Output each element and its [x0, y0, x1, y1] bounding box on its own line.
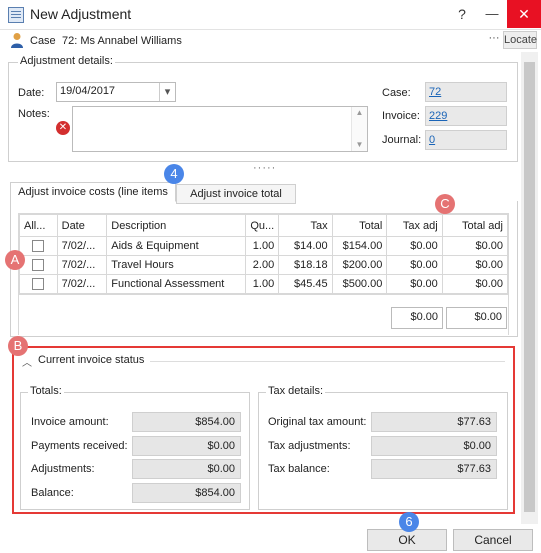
cell-quantity: 1.00 [245, 274, 280, 294]
notes-scrollbar[interactable]: ▲ ▼ [351, 107, 367, 151]
balance-value: $854.00 [132, 483, 241, 503]
cell-tax: $45.45 [278, 274, 333, 294]
col-header-date[interactable]: Date [56, 214, 108, 237]
adjustments-label: Adjustments: [31, 463, 95, 475]
original-tax-label: Original tax amount: [268, 416, 367, 428]
cell-total: $200.00 [331, 255, 388, 275]
date-picker[interactable]: 19/04/2017 ▾ [56, 82, 176, 102]
person-icon [11, 33, 23, 48]
marker-a: A [5, 250, 25, 270]
notes-textarea[interactable]: ▲ ▼ [72, 106, 368, 152]
case-field: 72 [425, 82, 507, 102]
cell-tax: $18.18 [278, 255, 333, 275]
table-row[interactable]: 7/02/... Aids & Equipment 1.00 $14.00 $1… [19, 236, 509, 256]
col-header-description[interactable]: Description [106, 214, 247, 237]
cell-description: Travel Hours [106, 255, 247, 275]
invoice-field: 229 [425, 106, 507, 126]
cell-description: Functional Assessment [106, 274, 247, 294]
col-header-all[interactable]: All... [19, 214, 58, 237]
splitter-handle[interactable]: ····· [253, 162, 276, 174]
date-value: 19/04/2017 [60, 85, 116, 97]
cell-description: Aids & Equipment [106, 236, 247, 256]
sum-total-adj: $0.00 [446, 307, 507, 329]
minimize-button[interactable]: — [477, 0, 507, 28]
section-divider [150, 361, 505, 362]
cell-tax-adj[interactable]: $0.00 [386, 274, 443, 294]
invoice-amount-value: $854.00 [132, 412, 241, 432]
marker-6: 6 [399, 512, 419, 532]
scrollbar-thumb[interactable] [524, 62, 535, 512]
ok-button[interactable]: OK [367, 529, 447, 551]
payments-received-value: $0.00 [132, 436, 241, 456]
cell-quantity: 1.00 [245, 236, 280, 256]
journal-field: 0 [425, 130, 507, 150]
cell-quantity: 2.00 [245, 255, 280, 275]
window-title: New Adjustment [30, 6, 132, 22]
col-header-tax[interactable]: Tax [278, 214, 333, 237]
tax-balance-label: Tax balance: [268, 463, 330, 475]
error-icon: ✕ [56, 121, 70, 135]
line-items-table: All... Date Description Qu... Tax Total … [19, 214, 509, 294]
original-tax-value: $77.63 [371, 412, 497, 432]
case-field-label: Case: [382, 87, 411, 99]
row-checkbox[interactable] [32, 278, 45, 291]
marker-4: 4 [164, 164, 184, 184]
tax-balance-value: $77.63 [371, 459, 497, 479]
payments-received-label: Payments received: [31, 440, 128, 452]
cancel-button[interactable]: Cancel [453, 529, 533, 551]
cell-date: 7/02/... [56, 236, 108, 256]
tab-adjust-invoice-costs[interactable]: Adjust invoice costs (line items [10, 182, 176, 202]
row-checkbox[interactable] [32, 240, 45, 253]
col-header-tax-adj[interactable]: Tax adj [386, 214, 443, 237]
scroll-down-icon[interactable]: ▼ [352, 139, 367, 151]
table-row[interactable]: 7/02/... Functional Assessment 1.00 $45.… [19, 274, 509, 294]
cell-total-adj[interactable]: $0.00 [441, 236, 509, 256]
invoice-status-title[interactable]: Current invoice status [38, 354, 144, 366]
sum-tax-adj: $0.00 [391, 307, 443, 329]
more-options-button[interactable]: ··· [486, 31, 502, 49]
tax-adjustments-label: Tax adjustments: [268, 440, 351, 452]
row-checkbox[interactable] [32, 259, 45, 272]
cell-total-adj[interactable]: $0.00 [441, 255, 509, 275]
cell-date: 7/02/... [56, 255, 108, 275]
window-icon [8, 7, 24, 23]
journal-link[interactable]: 0 [429, 134, 435, 146]
table-row[interactable]: 7/02/... Travel Hours 2.00 $18.18 $200.0… [19, 255, 509, 275]
table-header-row: All... Date Description Qu... Tax Total … [19, 214, 509, 237]
close-button[interactable]: ✕ [507, 0, 541, 28]
help-button[interactable]: ? [447, 0, 477, 28]
col-header-quantity[interactable]: Qu... [245, 214, 280, 237]
invoice-link[interactable]: 229 [429, 110, 447, 122]
invoice-field-label: Invoice: [382, 110, 420, 122]
totals-title: Totals: [28, 385, 64, 397]
col-header-total-adj[interactable]: Total adj [441, 214, 509, 237]
tax-details-title: Tax details: [266, 385, 326, 397]
vertical-scrollbar[interactable] [521, 52, 538, 524]
col-header-total[interactable]: Total [331, 214, 388, 237]
collapse-chevron-icon[interactable]: ︿ [22, 354, 32, 369]
chevron-down-icon[interactable]: ▾ [159, 83, 175, 101]
marker-c: C [435, 194, 455, 214]
balance-label: Balance: [31, 487, 74, 499]
adjustments-value: $0.00 [132, 459, 241, 479]
case-value: 72: Ms Annabel Williams [62, 35, 182, 47]
scroll-up-icon[interactable]: ▲ [352, 107, 367, 119]
date-label: Date: [18, 87, 45, 99]
invoice-amount-label: Invoice amount: [31, 416, 109, 428]
locate-button[interactable]: Locate [503, 31, 537, 49]
case-label: Case [30, 35, 56, 47]
cell-total: $500.00 [331, 274, 388, 294]
cell-tax-adj[interactable]: $0.00 [386, 255, 443, 275]
adjustment-details-title: Adjustment details: [18, 55, 115, 67]
cell-date: 7/02/... [56, 274, 108, 294]
cell-total: $154.00 [331, 236, 388, 256]
cell-tax-adj[interactable]: $0.00 [386, 236, 443, 256]
cell-tax: $14.00 [278, 236, 333, 256]
journal-field-label: Journal: [382, 134, 422, 146]
notes-label: Notes: [18, 108, 50, 120]
cell-total-adj[interactable]: $0.00 [441, 274, 509, 294]
tax-adjustments-value: $0.00 [371, 436, 497, 456]
marker-b: B [8, 336, 28, 356]
case-link[interactable]: 72 [429, 86, 441, 98]
